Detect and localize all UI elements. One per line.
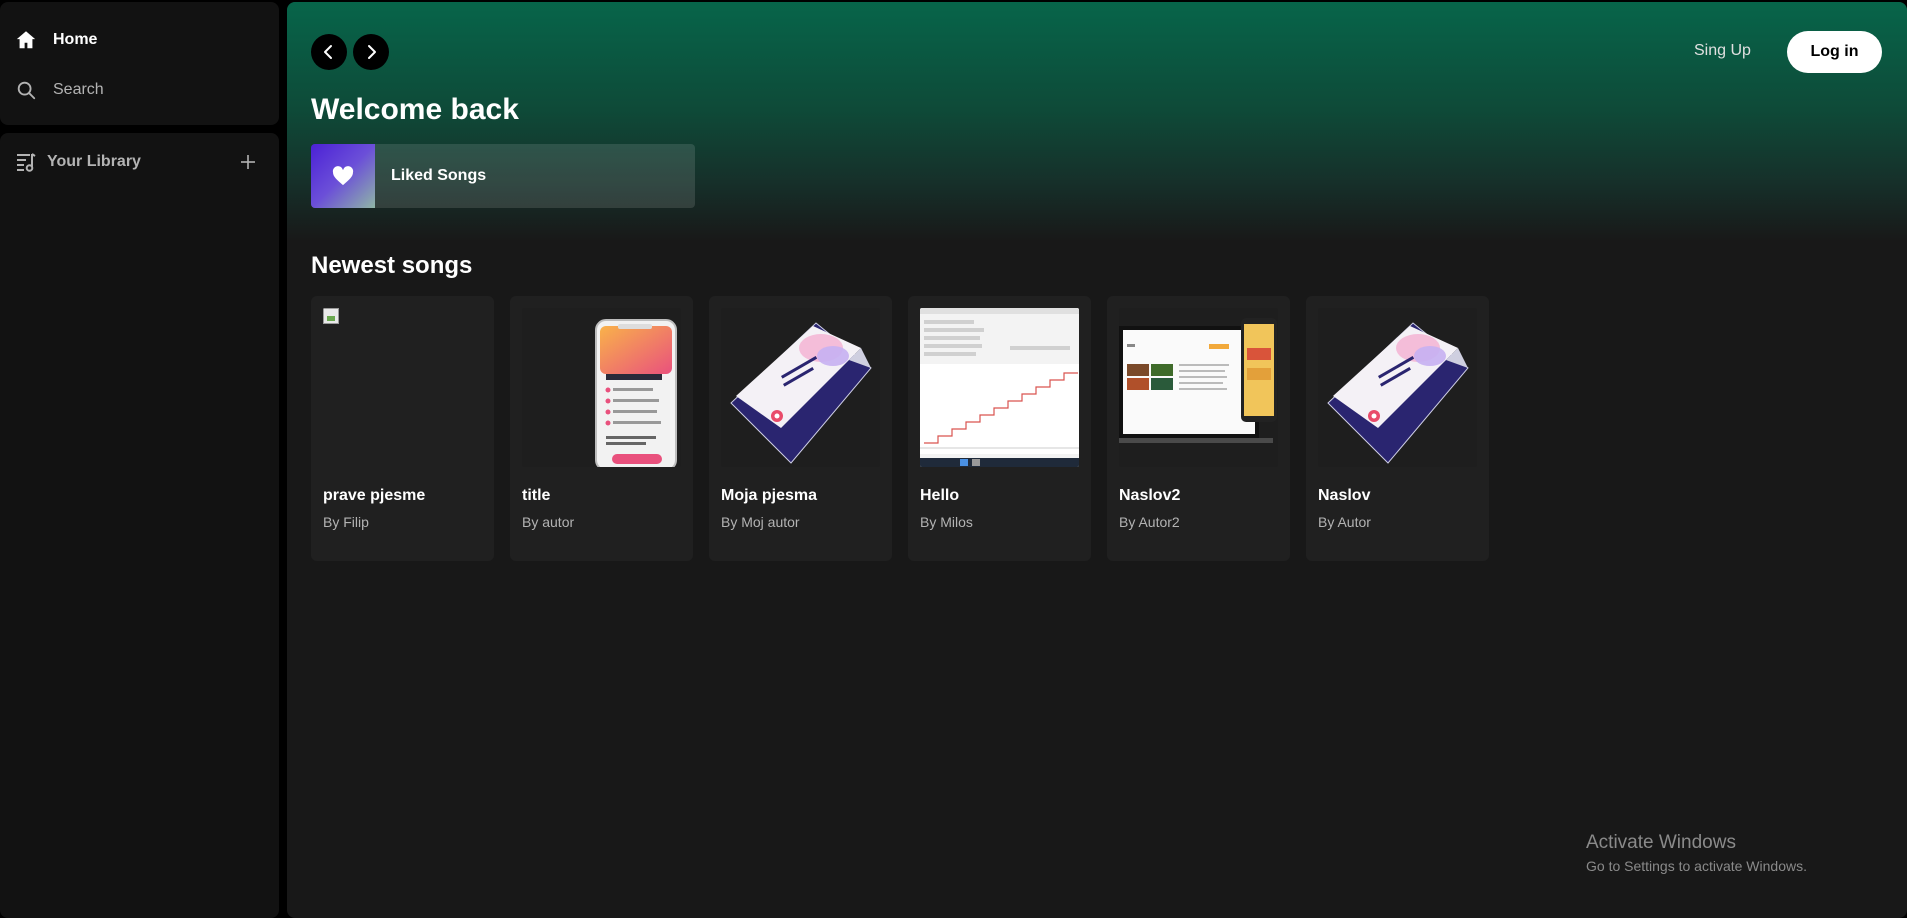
forward-button[interactable] [353, 34, 389, 70]
song-title: title [522, 487, 551, 504]
song-cover [522, 308, 681, 467]
broken-image-icon [323, 308, 339, 324]
song-card[interactable]: Naslov By Autor [1306, 296, 1489, 561]
library-button[interactable]: Your Library [14, 150, 141, 174]
liked-songs-label: Liked Songs [391, 167, 487, 184]
song-cover [920, 308, 1079, 467]
main-content: Sing Up Log in Welcome back Liked Songs … [287, 2, 1907, 918]
song-card[interactable]: Naslov2 By Autor2 [1107, 296, 1290, 561]
library-label: Your Library [47, 153, 141, 170]
song-author: By autor [522, 514, 575, 530]
plus-icon [241, 155, 255, 169]
song-cover [323, 308, 482, 467]
song-card[interactable]: prave pjesme By Filip [311, 296, 494, 561]
chevron-left-icon [324, 45, 332, 59]
liked-songs-shortcut[interactable]: Liked Songs [311, 144, 695, 208]
song-author: By Milos [920, 514, 973, 530]
song-cover [1119, 308, 1278, 467]
sidebar-item-label: Search [53, 81, 104, 98]
liked-songs-art [311, 144, 375, 208]
watermark-subtitle: Go to Settings to activate Windows. [1586, 858, 1807, 874]
section-title: Newest songs [311, 252, 473, 279]
song-cover [721, 308, 880, 467]
song-title: Moja pjesma [721, 487, 818, 504]
back-button[interactable] [311, 34, 347, 70]
home-icon [14, 28, 38, 52]
search-icon [14, 78, 38, 102]
sidebar-nav: Home Search [0, 2, 279, 125]
signup-button[interactable]: Sing Up [1694, 42, 1751, 60]
page-title: Welcome back [311, 93, 519, 126]
library-icon [14, 150, 38, 174]
song-author: By Autor2 [1119, 514, 1180, 530]
chevron-right-icon [368, 45, 376, 59]
song-cards: prave pjesme By Filip title By autor Moj… [311, 296, 1505, 561]
song-author: By Moj autor [721, 514, 800, 530]
app: Home Search Your Library Sing Up Log in … [0, 0, 1907, 918]
sidebar-item-label: Home [53, 31, 98, 48]
song-title: Naslov [1318, 487, 1371, 504]
song-title: Naslov2 [1119, 487, 1181, 504]
song-card[interactable]: Hello By Milos [908, 296, 1091, 561]
library-panel: Your Library [0, 133, 279, 918]
song-cover [1318, 308, 1477, 467]
song-author: By Filip [323, 514, 369, 530]
heart-icon [332, 166, 354, 186]
create-playlist-button[interactable] [236, 150, 260, 174]
song-card[interactable]: Moja pjesma By Moj autor [709, 296, 892, 561]
sidebar-item-home[interactable]: Home [14, 28, 97, 52]
song-title: prave pjesme [323, 487, 426, 504]
login-button[interactable]: Log in [1787, 31, 1882, 73]
activate-windows-watermark: Activate Windows Go to Settings to activ… [1586, 832, 1807, 874]
song-card[interactable]: title By autor [510, 296, 693, 561]
watermark-title: Activate Windows [1586, 832, 1736, 853]
sidebar-item-search[interactable]: Search [14, 78, 104, 102]
song-title: Hello [920, 487, 960, 504]
song-author: By Autor [1318, 514, 1371, 530]
